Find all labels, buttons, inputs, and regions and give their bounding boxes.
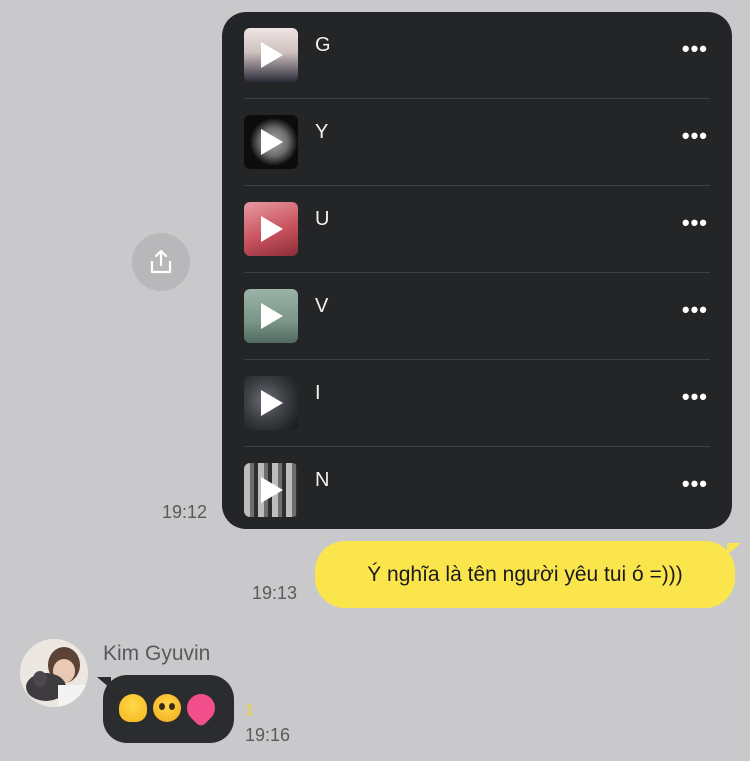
bubble-tail: [97, 677, 111, 689]
pleading-face-icon: [153, 694, 181, 722]
album-thumbnail[interactable]: [244, 202, 298, 256]
message-time: 19:12: [162, 502, 208, 522]
play-icon: [261, 129, 283, 155]
avatar-photo: [20, 639, 88, 707]
track-row[interactable]: N •••: [222, 447, 732, 529]
more-options-icon[interactable]: •••: [682, 473, 708, 495]
track-row[interactable]: U •••: [222, 186, 732, 273]
album-thumbnail[interactable]: [244, 463, 298, 517]
incoming-message-bubble[interactable]: [97, 675, 234, 743]
play-icon: [261, 303, 283, 329]
message-time: 19:16: [245, 725, 291, 745]
track-row[interactable]: Y •••: [222, 99, 732, 186]
share-icon: [150, 249, 172, 274]
more-options-icon[interactable]: •••: [682, 125, 708, 147]
bubble-tail: [727, 543, 741, 555]
play-icon: [261, 477, 283, 503]
more-options-icon[interactable]: •••: [682, 386, 708, 408]
play-icon: [261, 42, 283, 68]
album-thumbnail[interactable]: [244, 289, 298, 343]
track-row[interactable]: I •••: [222, 360, 732, 447]
unread-count: 1: [245, 702, 254, 719]
sparkling-heart-icon: [181, 688, 221, 728]
track-title: N: [315, 469, 330, 491]
more-options-icon[interactable]: •••: [682, 38, 708, 60]
sender-name: Kim Gyuvin: [103, 642, 211, 665]
track-title: Y: [315, 121, 329, 143]
outgoing-message-bubble[interactable]: Ý nghĩa là tên người yêu tui ó =))): [315, 541, 741, 608]
album-thumbnail[interactable]: [244, 376, 298, 430]
track-title: I: [315, 382, 321, 404]
avatar[interactable]: [20, 639, 88, 707]
play-icon: [261, 216, 283, 242]
track-title: U: [315, 208, 330, 230]
share-button[interactable]: [132, 233, 190, 291]
track-row[interactable]: V •••: [222, 273, 732, 360]
more-options-icon[interactable]: •••: [682, 212, 708, 234]
album-thumbnail[interactable]: [244, 28, 298, 82]
message-time: 19:13: [252, 583, 298, 603]
track-row[interactable]: G •••: [222, 12, 732, 99]
melting-face-icon: [119, 694, 147, 722]
music-playlist-card: G ••• Y ••• U ••• V ••• I ••• N •••: [222, 12, 732, 529]
track-title: V: [315, 295, 329, 317]
album-thumbnail[interactable]: [244, 115, 298, 169]
play-icon: [261, 390, 283, 416]
message-text: Ý nghĩa là tên người yêu tui ó =))): [367, 562, 683, 586]
more-options-icon[interactable]: •••: [682, 299, 708, 321]
track-title: G: [315, 34, 331, 56]
